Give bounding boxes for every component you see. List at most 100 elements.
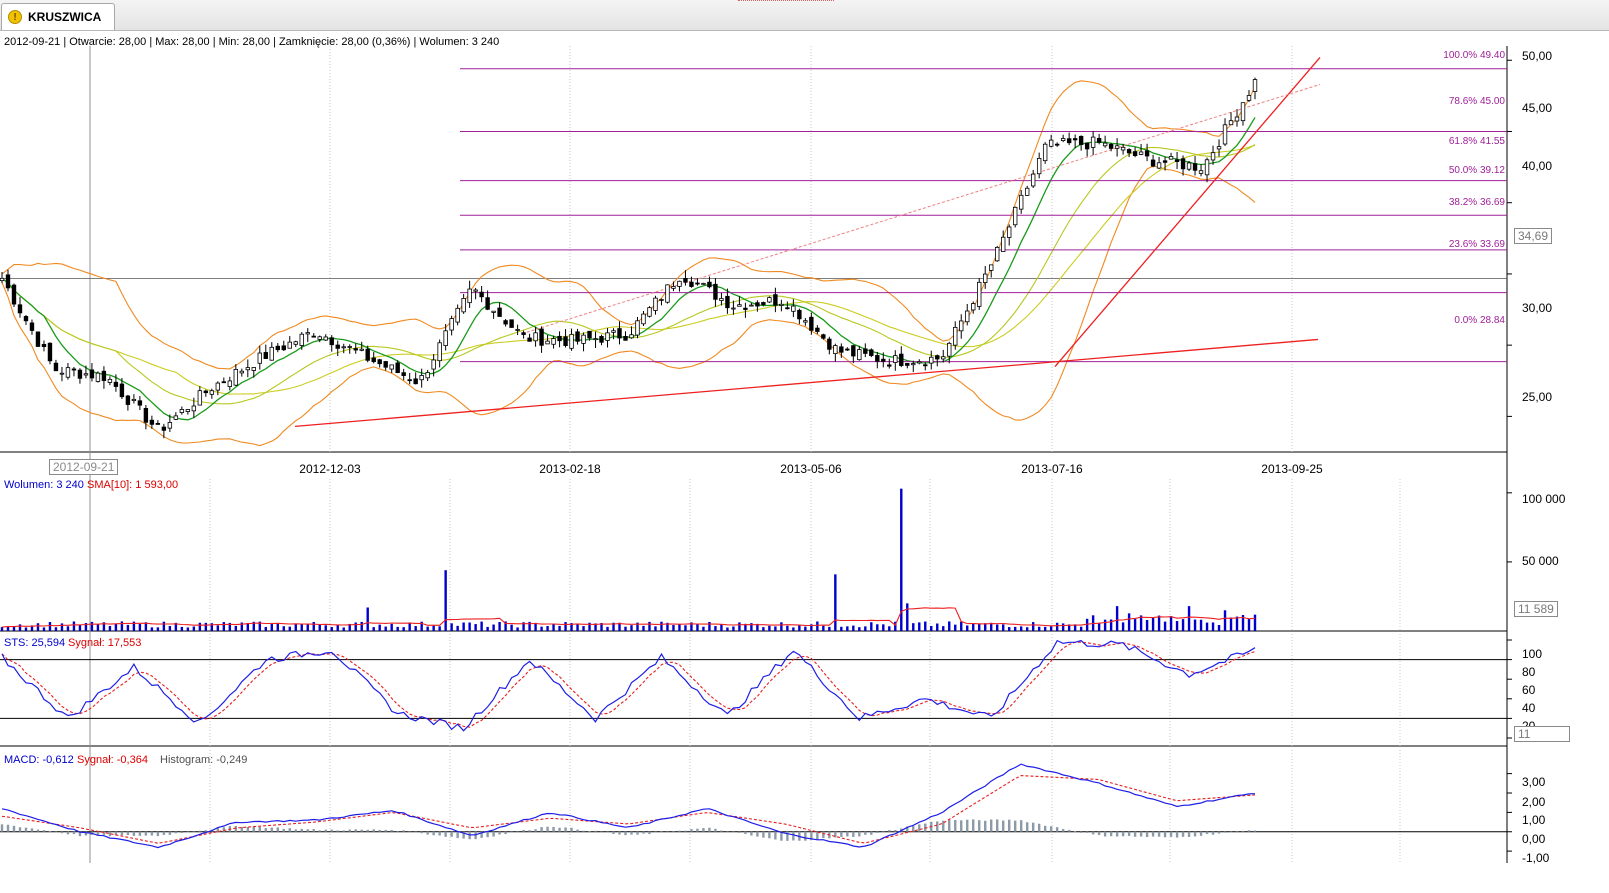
macd-histogram-bar bbox=[1079, 831, 1083, 833]
macd-histogram-bar bbox=[1037, 823, 1041, 832]
volume-bar bbox=[1055, 622, 1059, 631]
volume-bar bbox=[684, 625, 687, 631]
candle-body bbox=[827, 338, 832, 350]
macd-histogram-bar bbox=[330, 829, 333, 832]
candle-body bbox=[1252, 79, 1258, 92]
x-axis-label: 2012-12-03 bbox=[299, 462, 361, 476]
x-axis-label: 2013-05-06 bbox=[780, 462, 842, 476]
candle-body bbox=[839, 346, 844, 353]
candle-body bbox=[707, 281, 712, 288]
volume-bar bbox=[834, 574, 837, 631]
macd-histogram-bar bbox=[300, 828, 303, 832]
volume-bar bbox=[456, 625, 459, 631]
volume-bar bbox=[732, 626, 735, 631]
candle-body bbox=[659, 299, 664, 301]
volume-bar bbox=[648, 621, 651, 631]
volume-bar bbox=[1181, 619, 1185, 631]
volume-bar bbox=[42, 627, 46, 631]
volume-bar bbox=[954, 624, 957, 631]
volume-bar bbox=[876, 624, 879, 631]
volume-bar bbox=[1187, 606, 1191, 631]
macd-histogram-bar bbox=[360, 829, 363, 832]
macd-histogram-bar bbox=[726, 831, 729, 833]
candle-body bbox=[23, 316, 29, 322]
candle-body bbox=[431, 359, 436, 370]
candle-body bbox=[197, 390, 203, 406]
macd-histogram-bar bbox=[762, 831, 765, 838]
volume-bar bbox=[408, 622, 411, 631]
volume-bar bbox=[738, 622, 741, 631]
candle-body bbox=[905, 362, 910, 366]
candle-body bbox=[665, 284, 670, 303]
volume-bar bbox=[870, 622, 873, 631]
volume-bar bbox=[264, 626, 267, 631]
macd-histogram-bar bbox=[48, 831, 52, 832]
macd-histogram-bar bbox=[1163, 831, 1167, 838]
volume-bar bbox=[90, 621, 94, 631]
macd-histogram-bar bbox=[594, 830, 597, 832]
candle-body bbox=[851, 345, 856, 357]
candle-body bbox=[1001, 236, 1006, 252]
volume-bar bbox=[1163, 621, 1167, 631]
candle-body bbox=[335, 344, 340, 349]
macd-histogram-bar bbox=[1121, 831, 1125, 837]
volume-bar bbox=[1002, 624, 1005, 631]
candle-body bbox=[341, 346, 346, 349]
macd-histogram-bar bbox=[1013, 820, 1017, 832]
volume-bar bbox=[312, 622, 315, 631]
bollinger-lower-band bbox=[1, 165, 1256, 447]
macd-histogram-bar bbox=[534, 829, 537, 832]
macd-histogram-bar bbox=[582, 830, 585, 832]
macd-histogram-bar bbox=[1229, 831, 1233, 833]
volume-bar bbox=[1049, 626, 1053, 631]
candle-body bbox=[953, 326, 958, 346]
tab-kruszwica[interactable]: ! KRUSZWICA bbox=[1, 3, 115, 30]
candle-body bbox=[881, 358, 886, 362]
warning-icon: ! bbox=[8, 10, 22, 24]
volume-bar bbox=[72, 621, 76, 631]
price-axis-label: 25,00 bbox=[1522, 390, 1553, 404]
macd-histogram-bar bbox=[1002, 820, 1005, 832]
macd-histogram-bar bbox=[1247, 830, 1251, 832]
macd-histogram-bar bbox=[1145, 831, 1149, 838]
macd-histogram-bar bbox=[546, 826, 549, 832]
volume-bar bbox=[468, 622, 471, 631]
volume-bar bbox=[720, 624, 723, 631]
macd-histogram-bar bbox=[612, 831, 615, 834]
candle-body bbox=[1174, 159, 1180, 162]
candle-body bbox=[677, 280, 682, 287]
macd-histogram-bar bbox=[168, 831, 172, 835]
macd-histogram-bar bbox=[660, 831, 663, 833]
volume-bar bbox=[540, 626, 543, 631]
candle-body bbox=[767, 297, 772, 303]
candle-body bbox=[1024, 187, 1030, 196]
candle-body bbox=[923, 364, 928, 367]
candle-body bbox=[1210, 152, 1216, 161]
candle-body bbox=[389, 364, 394, 370]
volume-bar bbox=[480, 621, 483, 631]
candle-body bbox=[545, 340, 550, 345]
macd-histogram-bar bbox=[558, 827, 561, 832]
candle-body bbox=[5, 274, 11, 289]
candle-body bbox=[149, 419, 155, 425]
candle-body bbox=[275, 345, 280, 351]
fib-label: 50.0% 39.12 bbox=[1448, 165, 1505, 176]
volume-bar bbox=[780, 622, 783, 631]
volume-bar bbox=[366, 607, 369, 631]
volume-bar bbox=[978, 624, 981, 631]
macd-histogram-bar bbox=[1055, 827, 1059, 832]
candle-body bbox=[461, 298, 466, 313]
candle-body bbox=[1042, 143, 1048, 162]
volume-bar bbox=[1007, 627, 1011, 631]
candle-body bbox=[11, 284, 17, 305]
macd-histogram-bar bbox=[138, 831, 142, 836]
macd-histogram-bar bbox=[1199, 831, 1203, 836]
candle-body bbox=[41, 343, 47, 348]
macd-histogram-bar bbox=[684, 830, 687, 832]
macd-histogram-bar bbox=[1241, 830, 1245, 832]
splitter-marker[interactable] bbox=[738, 0, 834, 1]
macd-histogram-bar bbox=[708, 827, 711, 832]
candle-body bbox=[53, 362, 59, 372]
volume-bar bbox=[582, 626, 585, 631]
macd-histogram-bar bbox=[1097, 831, 1101, 835]
